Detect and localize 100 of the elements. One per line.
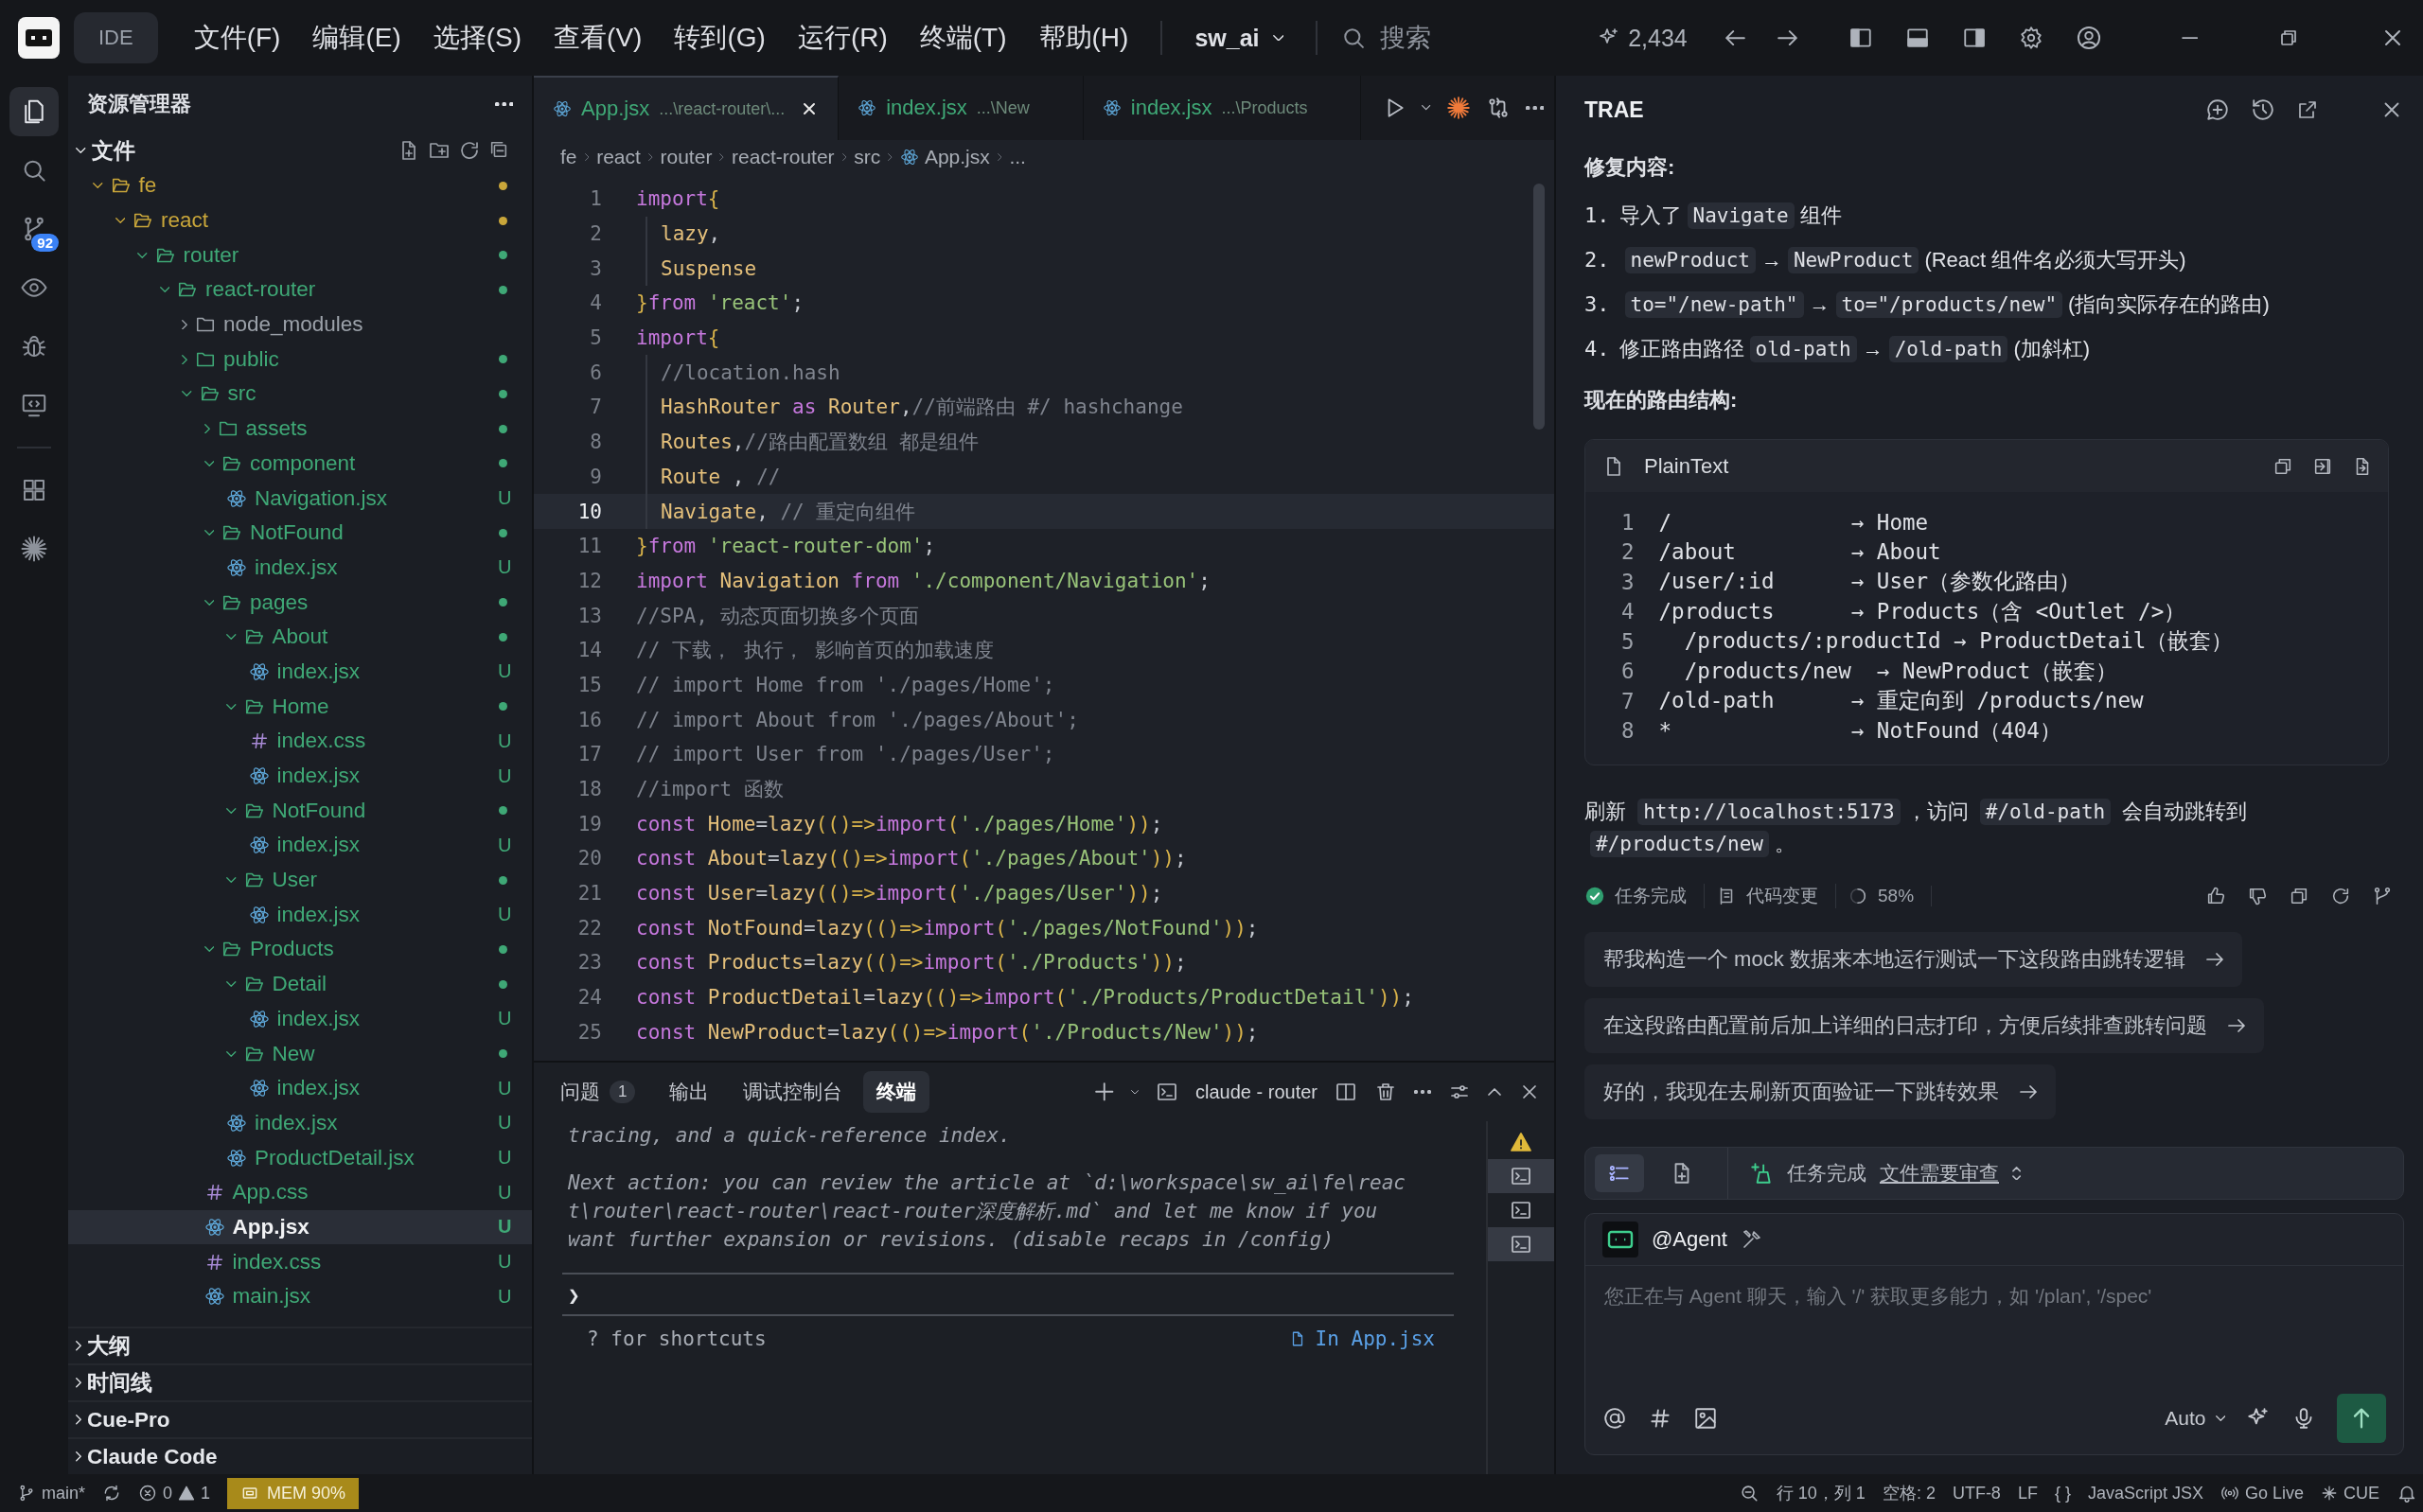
new-chat-icon[interactable] [2205,97,2230,122]
editor-tab[interactable]: App.jsx ...\react-router\... [534,76,840,140]
review-link[interactable]: 文件需要审查 [1880,1160,1999,1187]
tree-item[interactable]: App.css U [68,1174,532,1210]
tree-item[interactable]: index.css U [68,724,532,759]
tree-item[interactable]: index.jsx U [68,1105,532,1141]
menu-item[interactable]: 运行(R) [787,12,897,63]
trash-icon[interactable] [1374,1081,1397,1103]
tree-item[interactable]: Home [68,689,532,724]
terminal-list-item[interactable] [1488,1227,1554,1261]
back-icon[interactable] [1724,29,1745,46]
tree-item[interactable]: index.jsx U [68,758,532,794]
branch-indicator[interactable]: main* [17,1483,86,1503]
tree-item[interactable]: pages [68,585,532,620]
history-icon[interactable] [2251,97,2275,122]
search-field[interactable]: 搜索 [1378,22,1572,54]
agent-name[interactable]: @Agent [1652,1227,1727,1252]
view-toggle[interactable] [1595,1154,1644,1192]
breadcrumb[interactable]: ... [1009,146,1026,168]
tree-item[interactable]: NotFound [68,793,532,829]
cursor-position[interactable]: 行 10，列 1 [1776,1482,1866,1504]
chevron-right-icon[interactable] [76,1451,81,1462]
tree-item[interactable]: react [68,202,532,238]
tree-item[interactable]: index.css U [68,1244,532,1279]
menu-item[interactable]: 选择(S) [423,12,532,63]
editor-tab[interactable]: index.jsx ...\Products [1083,76,1362,140]
menu-item[interactable]: 转到(G) [664,12,775,63]
tree-item[interactable]: Detail [68,966,532,1002]
menu-item[interactable]: 帮助(H) [1029,12,1139,63]
section-title[interactable]: 大纲 [87,1331,131,1361]
chevron-up-icon[interactable] [1488,1088,1501,1096]
left-sidebar-icon[interactable] [1848,26,1873,50]
refresh-icon[interactable] [2330,886,2351,906]
suggestion-button[interactable]: 帮我构造一个 mock 数据来本地运行测试一下这段路由跳转逻辑 [1584,932,2242,987]
language-status[interactable]: { } [2054,1483,2071,1503]
tree-item[interactable]: assets [68,411,532,447]
right-sidebar-icon[interactable] [1961,26,1987,50]
panel-tab[interactable]: 问题 1 [547,1071,649,1113]
project-dropdown[interactable]: sw_ai [1185,16,1294,60]
breadcrumb[interactable]: react-router [732,146,835,168]
chevron-down-icon[interactable] [1130,1089,1140,1095]
image-icon[interactable] [1693,1406,1718,1431]
suggestion-button[interactable]: 在这段路由配置前后加上详细的日志打印，方便后续排查跳转问题 [1584,998,2264,1053]
tree-item[interactable]: src [68,377,532,412]
breadcrumb[interactable]: App.jsx [899,146,990,168]
breadcrumb[interactable]: src [854,146,881,168]
tree-item[interactable]: index.jsx U [68,550,532,586]
chat-input[interactable]: 您正在与 Agent 聊天，输入 '/' 获取更多能力，如 '/plan', '/spec' [1585,1266,2403,1394]
tree-item[interactable]: New [68,1036,532,1071]
chevron-right-icon[interactable] [76,1341,81,1351]
menu-item[interactable]: 查看(V) [544,12,652,63]
tree-item[interactable]: node_modules [68,307,532,343]
credits-button[interactable]: 2,434 [1598,24,1688,52]
terminal-name[interactable]: claude - router [1195,1081,1318,1103]
add-icon[interactable] [1095,1082,1114,1101]
split-icon[interactable] [1335,1081,1357,1103]
line-ending[interactable]: LF [2017,1483,2038,1503]
breadcrumb[interactable]: react [596,146,641,168]
tree-item[interactable]: NotFound [68,515,532,551]
tree-item[interactable]: public [68,342,532,378]
chevron-down-icon[interactable] [1422,105,1431,111]
tree-item[interactable]: index.jsx U [68,1070,532,1106]
tree-item[interactable]: Products [68,932,532,967]
menu-item[interactable]: 终端(T) [910,12,1017,63]
files-button[interactable] [9,87,59,136]
up-down-icon[interactable] [2012,1166,2022,1181]
scrollbar[interactable] [1533,184,1545,430]
tree-item[interactable]: index.jsx U [68,828,532,863]
more-icon[interactable] [1525,105,1545,111]
minimize-icon[interactable] [2181,36,2199,40]
language-mode[interactable]: JavaScript JSX [2087,1483,2203,1503]
tree-item[interactable]: index.jsx U [68,1001,532,1037]
account-icon[interactable] [2075,25,2102,51]
refresh-icon[interactable] [458,139,481,162]
menu-item[interactable]: 文件(F) [184,12,291,63]
changes-link[interactable]: 代码变更 [1746,884,1818,908]
tree-item[interactable]: App.jsx U [68,1209,532,1245]
problems-indicator[interactable]: 0 1 [138,1483,211,1503]
breadcrumb[interactable]: fe [560,146,577,168]
chevron-right-icon[interactable] [76,1378,81,1388]
ide-mode-button[interactable]: IDE [74,12,158,63]
bottom-panel-icon[interactable] [1904,26,1930,50]
encoding[interactable]: UTF-8 [1952,1483,2001,1503]
thumbs-up-icon[interactable] [2205,886,2226,906]
external-link-icon[interactable] [2296,98,2319,121]
tree-item[interactable]: Navigation.jsx U [68,481,532,516]
cue-status[interactable]: CUE [2321,1483,2380,1503]
thumbs-down-icon[interactable] [2247,886,2268,906]
section-title[interactable]: 时间线 [87,1368,152,1398]
menu-item[interactable]: 编辑(E) [303,12,411,63]
tree-item[interactable]: router [68,237,532,273]
collapse-all-icon[interactable] [488,139,509,160]
more-icon[interactable] [494,101,513,107]
tree-item[interactable]: fe [68,168,532,203]
settings-icon[interactable] [2018,26,2043,50]
more-icon[interactable] [1414,1090,1431,1094]
starburst-icon[interactable] [1445,96,1471,120]
section-title[interactable]: Claude Code [87,1444,218,1469]
terminal-list-item[interactable] [1488,1159,1554,1193]
panel-tab[interactable]: 输出 [656,1071,723,1113]
